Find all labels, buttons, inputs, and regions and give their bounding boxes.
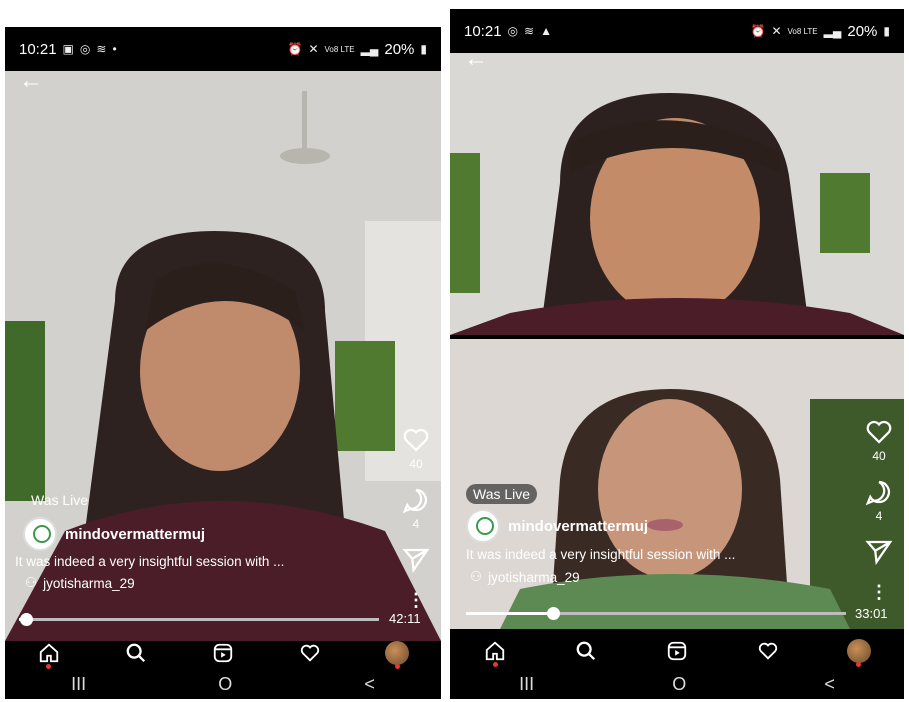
dot-icon: • bbox=[112, 42, 117, 56]
gallery-icon: ▣ bbox=[62, 42, 74, 56]
home-button[interactable]: O bbox=[218, 674, 232, 695]
time-remaining: 33:01 bbox=[855, 606, 888, 621]
video-frame-illustration-top bbox=[450, 53, 904, 335]
progress-fill bbox=[466, 612, 554, 615]
account-avatar[interactable] bbox=[23, 517, 57, 551]
heart-outline-icon bbox=[301, 644, 320, 662]
was-live-label: Was Live bbox=[31, 492, 89, 508]
notification-dot bbox=[492, 662, 498, 667]
search-icon bbox=[126, 643, 145, 663]
battery-percent: 20% bbox=[384, 40, 415, 58]
instagram-icon: ◎ bbox=[507, 24, 519, 38]
comment-count: 4 bbox=[875, 509, 883, 523]
account-avatar[interactable] bbox=[466, 509, 500, 543]
nav-search[interactable] bbox=[119, 636, 153, 670]
account-row[interactable]: mindovermattermuj bbox=[466, 509, 648, 543]
signal-label: Vo8 LTE bbox=[324, 44, 355, 54]
profile-avatar bbox=[385, 641, 410, 665]
more-options-icon[interactable]: ⋮ bbox=[870, 583, 888, 601]
back-button[interactable]: < bbox=[824, 674, 835, 695]
comment-icon[interactable] bbox=[864, 477, 894, 507]
action-rail: 40 4 ⋮ bbox=[862, 417, 896, 601]
mute-icon: ✕ bbox=[308, 42, 319, 56]
share-icon[interactable] bbox=[864, 537, 894, 567]
tagged-user[interactable]: ⚇ jyotisharma_29 bbox=[470, 569, 580, 585]
wifi-icon: ≋ bbox=[524, 24, 535, 38]
nav-home[interactable] bbox=[478, 634, 512, 668]
more-options-icon[interactable]: ⋮ bbox=[407, 591, 425, 609]
back-arrow-icon[interactable]: ← bbox=[464, 45, 488, 73]
bottom-nav bbox=[450, 629, 904, 673]
share-icon[interactable] bbox=[401, 545, 431, 575]
status-bar: 10:21 ▣ ◎ ≋ • ⏰ ✕ Vo8 LTE ▂▄ 20% ▮ bbox=[5, 27, 441, 71]
nav-activity[interactable] bbox=[751, 634, 785, 668]
heart-icon[interactable] bbox=[401, 425, 431, 455]
warning-icon: ▲ bbox=[540, 24, 552, 38]
tagged-user[interactable]: ⚇ jyotisharma_29 bbox=[25, 575, 135, 591]
back-arrow-icon[interactable]: ← bbox=[19, 67, 43, 95]
reels-icon bbox=[667, 641, 687, 661]
search-icon bbox=[576, 641, 596, 661]
notification-dot bbox=[856, 662, 862, 667]
battery-icon: ▮ bbox=[420, 42, 427, 56]
account-name[interactable]: mindovermattermuj bbox=[508, 518, 648, 535]
action-rail: 40 4 ⋮ bbox=[399, 425, 433, 609]
tagged-user-name[interactable]: jyotisharma_29 bbox=[488, 570, 580, 585]
home-icon bbox=[39, 643, 58, 663]
nav-home[interactable] bbox=[32, 636, 66, 670]
alarm-icon: ⏰ bbox=[287, 42, 303, 56]
account-row[interactable]: mindovermattermuj bbox=[23, 517, 205, 551]
nav-search[interactable] bbox=[569, 634, 603, 668]
home-button[interactable]: O bbox=[672, 674, 686, 695]
comment-count: 4 bbox=[412, 517, 420, 531]
tagged-user-name[interactable]: jyotisharma_29 bbox=[43, 576, 135, 591]
person-icon: ⚇ bbox=[470, 569, 483, 584]
like-count: 40 bbox=[872, 449, 886, 463]
live-video-top[interactable] bbox=[450, 53, 904, 335]
phone-screen-right: 10:21 ◎ ≋ ▲ ⏰ ✕ Vo8 LTE ▂▄ 20% ▮ ← 40 4 … bbox=[450, 9, 904, 699]
nav-profile[interactable] bbox=[842, 634, 876, 668]
battery-percent: 20% bbox=[847, 22, 878, 40]
caption-text[interactable]: It was indeed a very insightful session … bbox=[15, 554, 284, 569]
nav-activity[interactable] bbox=[293, 636, 327, 670]
nav-profile[interactable] bbox=[380, 636, 414, 670]
status-time: 10:21 bbox=[19, 40, 57, 58]
nav-reels[interactable] bbox=[660, 634, 694, 668]
instagram-icon: ◎ bbox=[79, 42, 91, 56]
profile-avatar bbox=[846, 639, 871, 663]
wifi-icon: ≋ bbox=[96, 42, 107, 56]
reels-icon bbox=[213, 643, 233, 663]
account-name[interactable]: mindovermattermuj bbox=[65, 526, 205, 543]
heart-outline-icon bbox=[758, 642, 777, 660]
status-bar: 10:21 ◎ ≋ ▲ ⏰ ✕ Vo8 LTE ▂▄ 20% ▮ bbox=[450, 9, 904, 53]
signal-bars-icon: ▂▄ bbox=[823, 24, 842, 38]
system-nav: III O < bbox=[5, 669, 441, 699]
person-icon: ⚇ bbox=[25, 575, 38, 590]
recents-button[interactable]: III bbox=[519, 674, 534, 695]
system-nav: III O < bbox=[450, 669, 904, 699]
back-button[interactable]: < bbox=[364, 674, 375, 695]
signal-bars-icon: ▂▄ bbox=[360, 42, 379, 56]
alarm-icon: ⏰ bbox=[750, 24, 766, 38]
heart-icon[interactable] bbox=[864, 417, 894, 447]
nav-reels[interactable] bbox=[206, 636, 240, 670]
home-icon bbox=[486, 641, 505, 661]
signal-label: Vo8 LTE bbox=[787, 26, 818, 36]
progress-bar[interactable] bbox=[466, 607, 846, 620]
phone-screen-left: 10:21 ▣ ◎ ≋ • ⏰ ✕ Vo8 LTE ▂▄ 20% ▮ ← 40 … bbox=[5, 27, 441, 699]
battery-icon: ▮ bbox=[883, 24, 890, 38]
caption-text[interactable]: It was indeed a very insightful session … bbox=[466, 547, 735, 562]
like-count: 40 bbox=[409, 457, 423, 471]
status-time: 10:21 bbox=[464, 22, 502, 40]
mute-icon: ✕ bbox=[771, 24, 782, 38]
comment-icon[interactable] bbox=[401, 485, 431, 515]
progress-bar[interactable] bbox=[19, 613, 379, 626]
time-remaining: 42:11 bbox=[389, 611, 421, 626]
was-live-label: Was Live bbox=[466, 484, 538, 504]
recents-button[interactable]: III bbox=[71, 674, 86, 695]
